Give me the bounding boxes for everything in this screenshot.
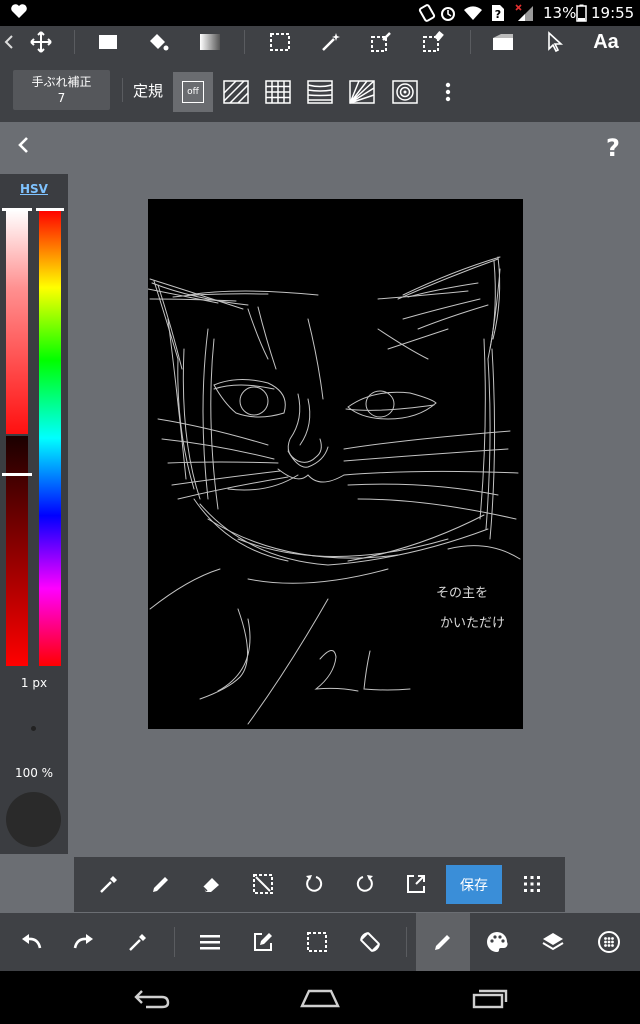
battery-icon — [576, 4, 587, 22]
clock: 19:55 — [591, 4, 635, 22]
color-mode-link[interactable]: HSV — [0, 182, 68, 196]
recents-icon[interactable] — [468, 985, 512, 1011]
ruler-label: 定規 — [133, 82, 164, 100]
quick-toolbar: 保存 — [74, 857, 565, 912]
select-eraser-icon[interactable] — [418, 28, 448, 56]
export-icon[interactable] — [401, 869, 431, 899]
caption-line2: かいただけ — [440, 616, 505, 631]
wifi-icon — [463, 4, 483, 22]
brush-size-label: 1 px — [20, 676, 48, 690]
battery-text: 13% — [543, 4, 577, 22]
concentric-ruler-icon[interactable] — [385, 72, 425, 112]
move-icon[interactable] — [26, 28, 56, 56]
ruler-off-button[interactable]: off — [173, 72, 213, 112]
menu-icon[interactable] — [195, 927, 225, 957]
clear-selection-icon[interactable] — [248, 869, 278, 899]
signal-icon — [515, 4, 535, 22]
ruler-toolbar: 手ぶれ補正 7 定規 off — [0, 60, 640, 122]
palette-icon[interactable] — [482, 927, 512, 957]
opacity-label: 100 % — [14, 766, 54, 780]
grid-ruler-icon[interactable] — [258, 72, 298, 112]
alarm-icon — [439, 4, 457, 22]
bucket-icon[interactable] — [143, 28, 173, 56]
toolbar-divider — [74, 30, 75, 54]
layers-icon[interactable] — [538, 927, 568, 957]
collapse-panel-icon[interactable] — [16, 135, 38, 159]
pen-icon[interactable] — [146, 869, 176, 899]
color-panel: HSV 1 px 100 % — [0, 174, 68, 854]
fill-frame-icon[interactable] — [488, 28, 518, 56]
redo-icon[interactable] — [69, 927, 99, 957]
app-notification-icon — [10, 3, 28, 21]
help-button[interactable]: ? — [606, 134, 620, 162]
edit-icon[interactable] — [248, 927, 278, 957]
grid-menu-icon[interactable] — [517, 869, 547, 899]
saturation-slider[interactable] — [2, 208, 32, 434]
main-toolbar: Aa — [0, 26, 640, 60]
system-nav-bar — [0, 971, 640, 1024]
gradient-icon[interactable] — [195, 28, 225, 56]
select-rect-icon[interactable] — [265, 28, 295, 56]
stabilizer-button[interactable]: 手ぶれ補正 7 — [13, 70, 110, 110]
stabilizer-label: 手ぶれ補正 — [31, 75, 92, 89]
radial-ruler-icon[interactable] — [342, 72, 382, 112]
hue-handle[interactable] — [36, 208, 64, 211]
value-handle[interactable] — [2, 473, 32, 476]
pen-icon[interactable] — [428, 927, 458, 957]
home-icon[interactable] — [298, 985, 342, 1011]
undo-icon[interactable] — [16, 927, 46, 957]
materials-icon[interactable] — [594, 927, 624, 957]
rotation-lock-icon — [418, 4, 436, 22]
magic-wand-icon[interactable] — [316, 28, 346, 56]
ruler-off-label: off — [182, 81, 204, 103]
eyedropper-icon[interactable] — [94, 869, 124, 899]
select-arrow-icon[interactable] — [540, 28, 570, 56]
text-tool-button[interactable]: Aa — [588, 28, 624, 56]
rotate-canvas-icon[interactable] — [355, 927, 385, 957]
eraser-icon[interactable] — [196, 869, 226, 899]
current-color-swatch[interactable] — [6, 792, 61, 847]
value-slider[interactable] — [2, 436, 32, 666]
collapse-toolbar-icon[interactable] — [0, 28, 18, 56]
sim-alert-icon: ? — [491, 4, 505, 22]
save-button[interactable]: 保存 — [446, 865, 502, 904]
toolbar-divider — [174, 927, 175, 957]
rotate-left-icon[interactable] — [299, 869, 329, 899]
toolbar-divider — [122, 78, 123, 102]
status-bar: ? 13% 19:55 — [0, 0, 640, 26]
parallel-ruler-icon[interactable] — [216, 72, 256, 112]
saturation-handle[interactable] — [2, 208, 32, 211]
stabilizer-value: 7 — [57, 91, 66, 105]
more-options-icon[interactable] — [428, 72, 468, 112]
cat-sketch: その主を かいただけ — [148, 256, 521, 725]
back-icon[interactable] — [130, 985, 174, 1011]
svg-text:?: ? — [495, 8, 501, 21]
eyedropper-icon[interactable] — [123, 927, 153, 957]
select-pen-icon[interactable] — [366, 28, 396, 56]
hue-slider[interactable] — [36, 208, 64, 666]
toolbar-divider — [406, 927, 407, 957]
rotate-right-icon[interactable] — [350, 869, 380, 899]
toolbar-divider — [244, 30, 245, 54]
selection-icon[interactable] — [302, 927, 332, 957]
fill-rect-icon[interactable] — [93, 28, 123, 56]
perspective-ruler-icon[interactable] — [300, 72, 340, 112]
caption-line1: その主を — [436, 586, 488, 601]
drawing-canvas[interactable]: その主を かいただけ — [148, 199, 523, 729]
bottom-toolbar — [0, 913, 640, 971]
toolbar-divider — [470, 30, 471, 54]
brush-size-preview — [31, 726, 36, 731]
